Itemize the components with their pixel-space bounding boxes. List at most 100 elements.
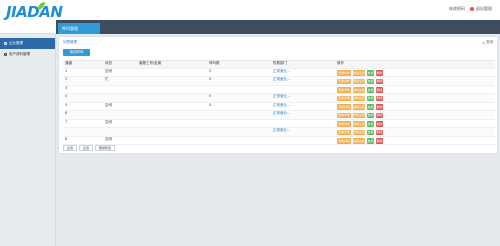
select-all-button[interactable]: 全选 (63, 145, 78, 151)
table-row: 1 空闲 0 正常营业... 查看详情 编辑设置 启用 删除 (63, 68, 495, 78)
view-details-button[interactable]: 查看详情 (337, 112, 351, 118)
table-row: 8 空闲 查看详情 编辑设置 启用 删除 (63, 136, 495, 146)
table-cell (139, 69, 203, 78)
row-actions: 查看详情 编辑设置 启用 删除 (337, 112, 383, 118)
table-cell (209, 86, 269, 95)
edit-settings-button[interactable]: 编辑设置 (353, 70, 365, 76)
invert-selection-button[interactable]: 反选 (79, 145, 94, 151)
tab-secondary[interactable] (102, 23, 212, 34)
logo: JIADAN (6, 2, 63, 31)
table-cell: 空闲 (105, 68, 112, 73)
delete-button[interactable]: 删除 (376, 138, 383, 144)
edit-settings-button[interactable]: 编辑设置 (353, 129, 365, 135)
enable-button[interactable]: 启用 (367, 138, 374, 144)
table-cell (209, 137, 269, 146)
table-cell: 7 (65, 119, 68, 124)
delete-button[interactable]: 删除 (376, 95, 383, 101)
department-link[interactable]: 正常营业... (273, 77, 333, 86)
delete-button[interactable]: 删除 (376, 87, 383, 93)
department-link[interactable] (273, 137, 333, 146)
sidebar-item-label: 企业管理 (9, 41, 23, 45)
delete-button[interactable]: 删除 (376, 78, 383, 84)
enable-button[interactable]: 启用 (367, 129, 374, 135)
view-details-button[interactable]: 查看详情 (337, 70, 351, 76)
department-link[interactable]: 正常营业... (273, 128, 333, 137)
edit-settings-button[interactable]: 编辑设置 (353, 121, 365, 127)
delete-selected-button[interactable]: 删除所选 (95, 145, 116, 151)
enable-button[interactable]: 启用 (367, 78, 374, 84)
department-link[interactable]: 正常营业... (273, 94, 333, 103)
view-details-button[interactable]: 查看详情 (337, 121, 351, 127)
row-actions: 查看详情 编辑设置 启用 删除 (337, 70, 383, 76)
table-cell (139, 77, 203, 86)
view-details-button[interactable]: 查看详情 (337, 95, 351, 101)
edit-settings-button[interactable]: 编辑设置 (353, 112, 365, 118)
view-details-button[interactable]: 查看详情 (337, 78, 351, 84)
tab-bar: 呼叫管理 (56, 20, 500, 34)
sidebar-item-user-data[interactable]: 用户资料管理 (0, 49, 55, 60)
department-link[interactable]: 正常营业... (273, 111, 333, 120)
enable-button[interactable]: 启用 (367, 112, 374, 118)
leaf-icon (38, 2, 45, 10)
department-link[interactable]: 正常营业... (273, 69, 333, 78)
table-cell: 1 (65, 68, 68, 73)
view-details-button[interactable]: 查看详情 (337, 104, 351, 110)
dot-icon (470, 7, 474, 11)
table-footer: 全选 反选 删除所选 (63, 145, 116, 151)
edit-settings-button[interactable]: 编辑设置 (353, 95, 365, 101)
circle-icon (4, 53, 7, 56)
table-cell (139, 111, 203, 120)
enable-button[interactable]: 启用 (367, 95, 374, 101)
view-details-button[interactable]: 查看详情 (337, 138, 351, 144)
close-icon: × (482, 40, 485, 45)
department-link[interactable]: 正常营业... (273, 103, 333, 112)
view-details-button[interactable]: 查看详情 (337, 87, 351, 93)
department-link[interactable] (273, 120, 333, 129)
table-cell: 忙 (105, 77, 109, 81)
table-cell: 0 (209, 68, 212, 73)
table-row: 正常营业... 查看详情 编辑设置 启用 删除 (63, 128, 495, 137)
tab-call-management[interactable]: 呼叫管理 (58, 23, 100, 34)
delete-button[interactable]: 删除 (376, 104, 383, 110)
table-cell: 空闲 (105, 136, 112, 141)
row-actions: 查看详情 编辑设置 启用 删除 (337, 138, 383, 144)
table-cell: 0 (209, 102, 212, 107)
change-password-link[interactable]: 修改密码 (449, 6, 465, 12)
add-call-button[interactable]: 添加呼叫 (63, 49, 90, 56)
tab-label: 呼叫管理 (62, 25, 78, 31)
delete-button[interactable]: 删除 (376, 70, 383, 76)
table-cell (105, 128, 135, 137)
logo-text: JIADAN (6, 3, 63, 21)
table-cell (139, 137, 203, 146)
edit-settings-button[interactable]: 编辑设置 (353, 78, 365, 84)
delete-button[interactable]: 删除 (376, 121, 383, 127)
view-details-button[interactable]: 查看详情 (337, 129, 351, 135)
password-link-label: 修改密码 (449, 6, 465, 11)
table-row: 4 0 正常营业... 查看详情 编辑设置 启用 删除 (63, 94, 495, 103)
table-cell (139, 94, 203, 103)
table-header-row: 通道 状态 客服工号/坐席 呼叫数 所属部门 操作 (63, 60, 495, 69)
logout-link[interactable]: 退出管理 (470, 6, 492, 12)
table-row: 3 查看详情 编辑设置 启用 删除 (63, 86, 495, 95)
enable-button[interactable]: 启用 (367, 121, 374, 127)
delete-button[interactable]: 删除 (376, 112, 383, 118)
sidebar: 企业管理 用户资料管理 (0, 34, 56, 246)
table-cell (105, 111, 135, 120)
edit-settings-button[interactable]: 编辑设置 (353, 138, 365, 144)
row-actions: 查看详情 编辑设置 启用 删除 (337, 78, 383, 84)
table-cell (105, 94, 135, 103)
table-row: 7 空闲 查看详情 编辑设置 启用 删除 (63, 119, 495, 129)
sidebar-item-company[interactable]: 企业管理 (0, 38, 55, 49)
close-button[interactable]: × 关闭 (482, 40, 493, 45)
table-cell: 0 (209, 94, 212, 98)
enable-button[interactable]: 启用 (367, 70, 374, 76)
enable-button[interactable]: 启用 (367, 104, 374, 110)
edit-settings-button[interactable]: 编辑设置 (353, 87, 365, 93)
logout-link-label: 退出管理 (476, 6, 492, 11)
enable-button[interactable]: 启用 (367, 87, 374, 93)
department-link[interactable] (273, 86, 333, 95)
table-body: 1 空闲 0 正常营业... 查看详情 编辑设置 启用 删除 2 忙 0 正常营业... 查看详情 编辑设… (63, 68, 495, 146)
edit-settings-button[interactable]: 编辑设置 (353, 104, 365, 110)
table-cell (139, 103, 203, 112)
delete-button[interactable]: 删除 (376, 129, 383, 135)
